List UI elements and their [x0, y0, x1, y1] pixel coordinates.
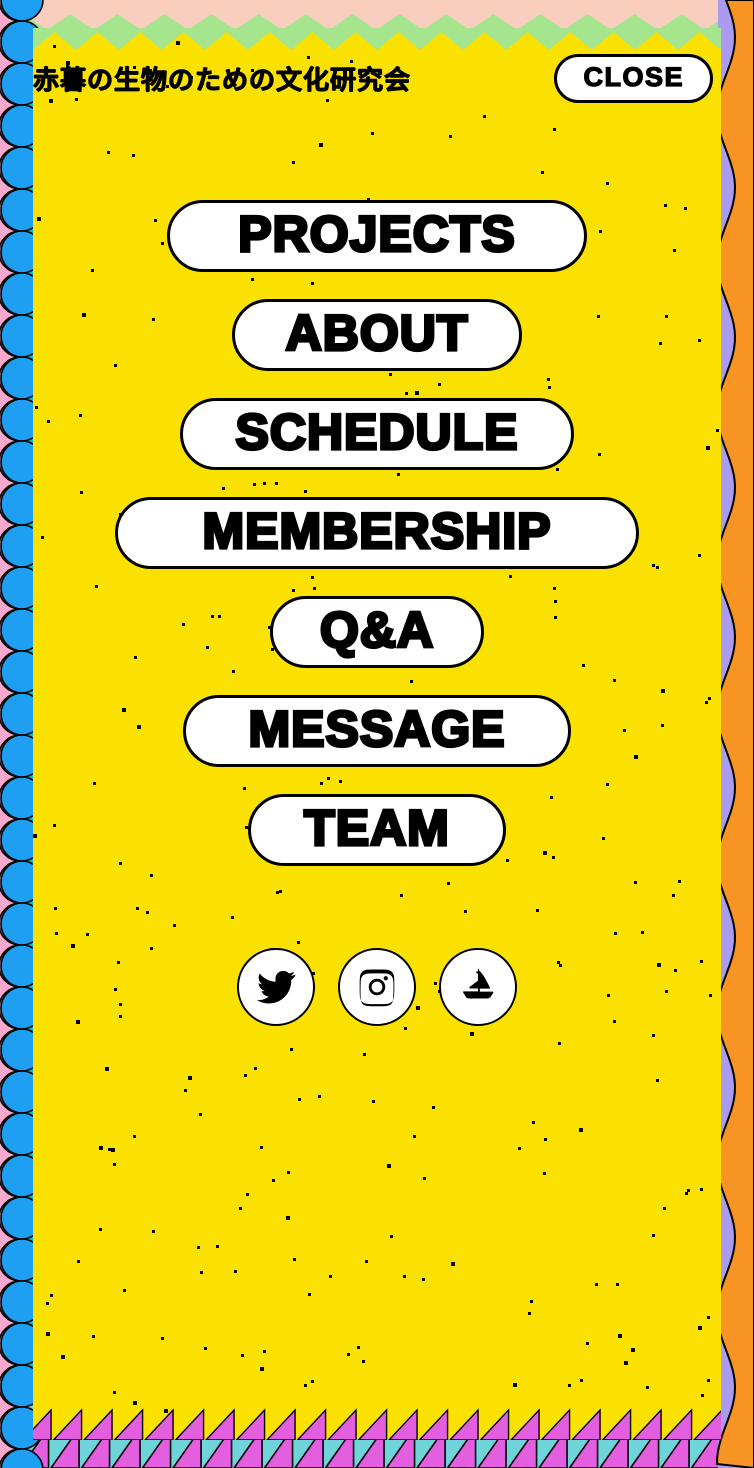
- social-link-instagram[interactable]: [338, 948, 416, 1026]
- close-button[interactable]: CLOSE: [554, 53, 713, 103]
- overlay-header: 赤暮の生物のための文化研究会 CLOSE: [33, 38, 721, 118]
- menu-item-team[interactable]: TEAM: [248, 794, 506, 866]
- menu-item-label: MEMBERSHIP: [201, 503, 552, 559]
- menu-item-membership[interactable]: MEMBERSHIP: [115, 497, 639, 569]
- sailboat-icon: [456, 965, 500, 1009]
- social-links: [33, 948, 721, 1026]
- menu-item-schedule[interactable]: SCHEDULE: [180, 398, 574, 470]
- social-link-opensea[interactable]: [439, 948, 517, 1026]
- menu-item-label: ABOUT: [284, 305, 469, 361]
- instagram-camera-icon: [356, 966, 398, 1008]
- menu-overlay-screen: 赤暮の生物のための文化研究会 CLOSE PROJECTS ABOUT SCHEDU…: [0, 0, 754, 1468]
- social-link-twitter[interactable]: [237, 948, 315, 1026]
- twitter-bird-icon: [255, 966, 297, 1008]
- menu-item-message[interactable]: MESSAGE: [183, 695, 571, 767]
- main-menu: PROJECTS ABOUT SCHEDULE MEMBERSHIP Q&A MESSAG…: [33, 200, 721, 893]
- yellow-panel: 赤暮の生物のための文化研究会 CLOSE PROJECTS ABOUT SCHEDU…: [33, 28, 721, 1440]
- menu-item-about[interactable]: ABOUT: [232, 299, 522, 371]
- site-title: 赤暮の生物のための文化研究会: [33, 65, 412, 96]
- menu-item-label: Q&A: [318, 602, 435, 658]
- menu-item-projects[interactable]: PROJECTS: [167, 200, 587, 272]
- menu-item-label: MESSAGE: [247, 701, 506, 757]
- menu-item-label: PROJECTS: [237, 206, 517, 262]
- menu-item-q-a[interactable]: Q&A: [270, 596, 484, 668]
- menu-item-label: SCHEDULE: [234, 404, 519, 460]
- menu-item-label: TEAM: [303, 800, 451, 856]
